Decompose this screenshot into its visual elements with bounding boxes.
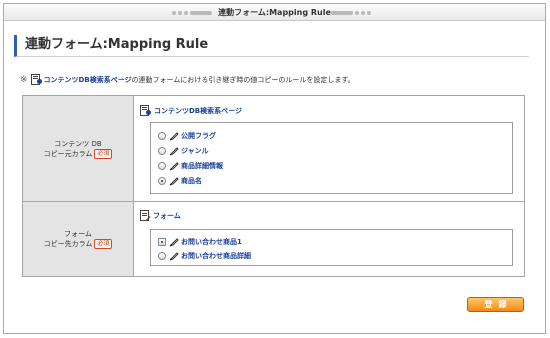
form-icon bbox=[140, 210, 151, 221]
option-label: お問い合わせ商品詳細 bbox=[181, 252, 251, 260]
tag-icon bbox=[169, 161, 179, 170]
radio-button[interactable] bbox=[158, 252, 166, 260]
window-title: 連動フォーム:Mapping Rule bbox=[218, 8, 331, 17]
source-row: コンテンツ DB コピー元カラム 必須 コンテンツDB検索系ページ 公開フラグ … bbox=[23, 96, 524, 202]
source-label-cell: コンテンツ DB コピー元カラム 必須 bbox=[23, 96, 134, 201]
source-option-product-name[interactable]: 商品名 bbox=[158, 173, 223, 188]
source-option-list: 公開フラグ ジャンル 商品詳細情報 商品名 bbox=[158, 128, 223, 188]
target-option-list: お問い合わせ商品1 お問い合わせ商品詳細 bbox=[158, 235, 251, 263]
required-badge: 必須 bbox=[94, 239, 113, 249]
radio-button-selected[interactable] bbox=[158, 176, 166, 185]
target-option-inquiry-product-1[interactable]: お問い合わせ商品1 bbox=[158, 235, 251, 249]
option-label: お問い合わせ商品1 bbox=[181, 238, 242, 246]
page-heading: 連動フォーム:Mapping Rule bbox=[14, 35, 529, 57]
tag-icon bbox=[169, 146, 179, 155]
target-options-box: お問い合わせ商品1 お問い合わせ商品詳細 bbox=[150, 229, 513, 266]
database-page-icon bbox=[140, 105, 151, 116]
radio-button-selected[interactable] bbox=[158, 238, 166, 246]
target-content-cell: フォーム お問い合わせ商品1 お問い合わせ商品詳細 bbox=[134, 202, 524, 276]
target-label-line2: コピー先カラム bbox=[43, 240, 93, 248]
target-section-title: フォーム bbox=[153, 211, 181, 220]
target-section-header: フォーム bbox=[140, 210, 181, 221]
option-label: 公開フラグ bbox=[181, 131, 216, 140]
title-bar: 連動フォーム:Mapping Rule bbox=[4, 4, 545, 21]
source-option-public-flag[interactable]: 公開フラグ bbox=[158, 128, 223, 143]
option-label: ジャンル bbox=[181, 146, 209, 155]
title-bar-right-decoration bbox=[331, 11, 373, 15]
radio-button[interactable] bbox=[158, 161, 166, 170]
database-page-icon bbox=[30, 74, 42, 85]
option-label: 商品詳細情報 bbox=[181, 161, 223, 170]
option-label: 商品名 bbox=[181, 176, 202, 185]
source-section-header: コンテンツDB検索系ページ bbox=[140, 105, 242, 116]
source-content-cell: コンテンツDB検索系ページ 公開フラグ ジャンル 商品詳細情報 商品名 bbox=[134, 96, 524, 201]
source-label-line1: コンテンツ DB bbox=[54, 139, 102, 148]
mapping-form: コンテンツ DB コピー元カラム 必須 コンテンツDB検索系ページ 公開フラグ … bbox=[22, 95, 525, 277]
source-option-product-detail[interactable]: 商品詳細情報 bbox=[158, 158, 223, 173]
note-asterisk: ※ bbox=[20, 74, 28, 85]
radio-button[interactable] bbox=[158, 146, 166, 155]
tag-icon bbox=[169, 176, 179, 185]
content-db-search-page-link[interactable]: コンテンツDB検索系ページ bbox=[44, 75, 132, 85]
required-badge: 必須 bbox=[94, 148, 113, 159]
source-label-line2: コピー元カラム bbox=[43, 149, 93, 158]
page-title: 連動フォーム:Mapping Rule bbox=[25, 37, 209, 52]
tag-icon bbox=[169, 238, 179, 247]
register-button[interactable]: 登録 bbox=[467, 297, 524, 312]
source-option-genre[interactable]: ジャンル bbox=[158, 143, 223, 158]
description: ※ コンテンツDB検索系ページ の連動フォームにおける引き継ぎ時の値コピーのルー… bbox=[20, 74, 355, 85]
tag-icon bbox=[169, 131, 179, 140]
description-text: の連動フォームにおける引き継ぎ時の値コピーのルールを設定します。 bbox=[131, 75, 355, 84]
target-label-line1: フォーム bbox=[64, 230, 92, 238]
source-section-title[interactable]: コンテンツDB検索系ページ bbox=[154, 106, 242, 116]
source-options-box: 公開フラグ ジャンル 商品詳細情報 商品名 bbox=[150, 122, 513, 194]
target-label-cell: フォーム コピー先カラム 必須 bbox=[23, 202, 134, 276]
target-option-inquiry-product-detail[interactable]: お問い合わせ商品詳細 bbox=[158, 249, 251, 263]
target-row: フォーム コピー先カラム 必須 フォーム お問い合わせ商品1 お問い合わせ商品詳… bbox=[23, 202, 524, 276]
tag-icon bbox=[169, 252, 179, 261]
radio-button[interactable] bbox=[158, 131, 166, 140]
